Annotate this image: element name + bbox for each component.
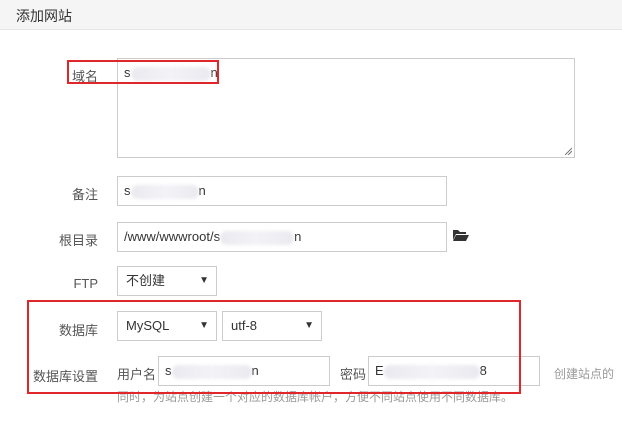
resize-grip-icon[interactable] (564, 147, 572, 155)
remark-redacted (130, 184, 199, 199)
ftp-selected: 不创建 (126, 273, 166, 288)
remark-value-end: n (198, 183, 206, 198)
root-value-end: n (294, 229, 302, 244)
folder-open-icon[interactable] (452, 228, 470, 242)
remark-value-start: s (124, 183, 131, 198)
remark-label: 备注 (71, 187, 98, 202)
root-redacted (220, 230, 295, 245)
root-value-start: /www/wwwroot/s (124, 229, 221, 244)
dialog-title: 添加网站 (16, 8, 72, 24)
db-hint-line1: 创建站点的 (554, 367, 615, 381)
chevron-down-icon: ▼ (199, 275, 209, 286)
database-highlight-box (27, 300, 521, 394)
ftp-select[interactable]: 不创建 ▼ (117, 266, 217, 296)
root-input[interactable]: /www/wwwroot/s n (117, 222, 447, 252)
domain-highlight-box (67, 60, 219, 84)
dialog-titlebar: 添加网站 (0, 0, 622, 30)
ftp-label: FTP (73, 276, 98, 291)
root-label: 根目录 (58, 233, 98, 248)
remark-input[interactable]: sn (117, 176, 447, 206)
